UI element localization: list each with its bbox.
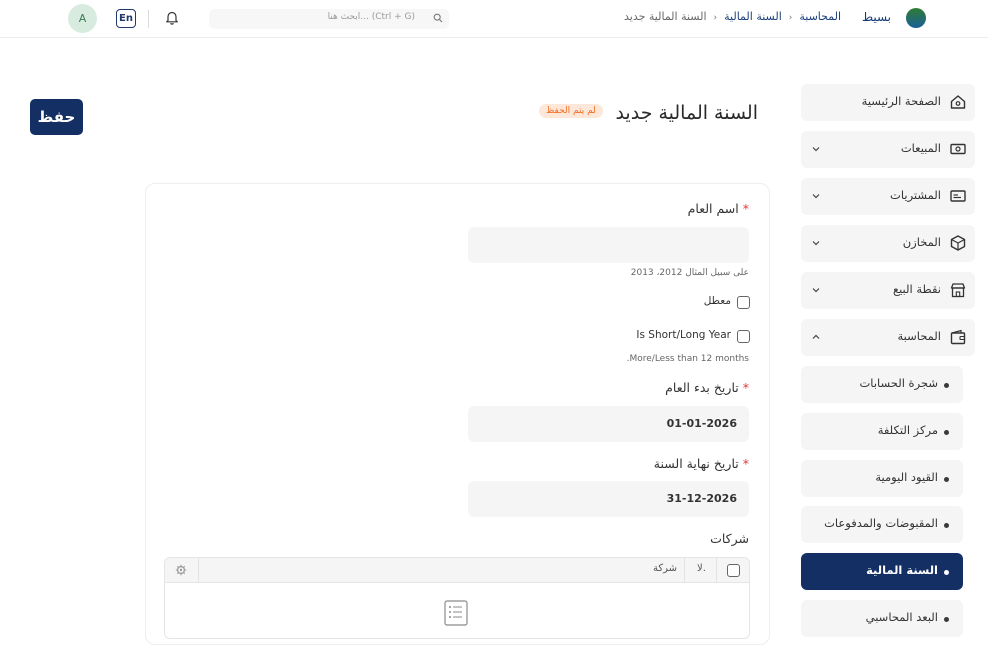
sidebar-subitem-receipts-payments[interactable]: المقبوضات والمدفوعات [801, 506, 963, 543]
year-name-hint: على سبيل المثال 2012، 2013 [630, 268, 749, 278]
search-placeholder: ابحث هنا... (Ctrl + G) [327, 12, 415, 22]
chevron-left-icon: ‹ [713, 13, 718, 23]
chevron-left-icon: ‹ [788, 13, 793, 23]
short-long-year-checkbox[interactable] [737, 330, 750, 343]
avatar[interactable]: A [68, 4, 97, 33]
sidebar-item-home[interactable]: الصفحة الرئيسية [801, 84, 975, 121]
disabled-label: معطل [703, 295, 731, 307]
sidebar-item-label: المبيعات [900, 141, 941, 155]
chevron-down-icon [812, 147, 820, 152]
bullet-icon [944, 477, 949, 482]
breadcrumb-fiscal-year[interactable]: السنة المالية [724, 10, 782, 23]
brand-name[interactable]: بسيط [862, 10, 891, 24]
sidebar-subitem-chart-of-accounts[interactable]: شجرة الحسابات [801, 366, 963, 403]
chevron-down-icon [812, 288, 820, 293]
bullet-icon [944, 383, 949, 388]
companies-label: شركات [710, 531, 749, 546]
breadcrumb-accounting[interactable]: المحاسبة [799, 10, 841, 23]
end-date-value: 31-12-2026 [666, 492, 737, 505]
divider [684, 558, 685, 582]
sidebar-item-label: المشتريات [890, 188, 941, 202]
bell-icon[interactable] [165, 10, 179, 25]
empty-list-icon [444, 600, 468, 626]
divider [148, 10, 149, 28]
gear-icon[interactable] [175, 564, 187, 576]
sidebar-subitem-label: السنة المالية [866, 563, 938, 577]
sidebar-subitem-label: القيود اليومية [875, 470, 938, 484]
sidebar-subitem-label: مركز التكلفة [877, 423, 938, 437]
required-marker: * [742, 380, 749, 395]
end-date-label: *تاريخ نهاية السنة [653, 456, 749, 471]
store-icon [950, 283, 966, 298]
required-marker: * [742, 201, 749, 216]
end-date-field[interactable]: 31-12-2026 [468, 481, 749, 517]
sidebar-item-accounting[interactable]: المحاسبة [801, 319, 975, 356]
short-long-year-label: Is Short/Long Year [636, 329, 731, 341]
sidebar-subitem-journal-entries[interactable]: القيود اليومية [801, 460, 963, 497]
status-badge: لم يتم الحفظ [539, 104, 603, 118]
breadcrumb: المحاسبة ‹ السنة المالية ‹ السنة المالية جدي… [624, 10, 841, 23]
chevron-down-icon [812, 194, 820, 199]
bullet-icon [944, 523, 949, 528]
chevron-down-icon [812, 241, 820, 246]
top-bar: بسيط المحاسبة ‹ السنة المالية ‹ السنة المالي… [0, 0, 988, 38]
divider [716, 558, 717, 582]
companies-table: لا. شركة [164, 557, 750, 639]
cash-icon [950, 143, 966, 155]
save-button[interactable]: حفظ [30, 99, 83, 135]
sidebar-item-label: المحاسبة [897, 329, 941, 343]
bullet-icon [944, 570, 949, 575]
breadcrumb-current: السنة المالية جديد [624, 10, 707, 23]
sidebar-item-stores[interactable]: المخازن [801, 225, 975, 262]
sidebar-item-label: الصفحة الرئيسية [861, 94, 941, 108]
sidebar-subitem-fiscal-year[interactable]: السنة المالية [801, 553, 963, 590]
column-header-no: لا. [697, 563, 706, 574]
sidebar-item-label: نقطة البيع [892, 282, 941, 296]
sidebar-subitem-label: المقبوضات والمدفوعات [824, 516, 938, 530]
column-header-company: شركة [653, 563, 678, 574]
start-date-field[interactable]: 01-01-2026 [468, 406, 749, 442]
sidebar-item-pos[interactable]: نقطة البيع [801, 272, 975, 309]
year-name-label: *اسم العام [687, 201, 749, 216]
search-icon [433, 13, 443, 23]
sidebar-item-sales[interactable]: المبيعات [801, 131, 975, 168]
bullet-icon [944, 617, 949, 622]
sidebar-subitem-cost-center[interactable]: مركز التكلفة [801, 413, 963, 450]
sidebar-subitem-accounting-dimension[interactable]: البعد المحاسبي [801, 600, 963, 637]
start-date-value: 01-01-2026 [666, 417, 737, 430]
search-input[interactable]: ابحث هنا... (Ctrl + G) [209, 9, 449, 29]
select-all-checkbox[interactable] [727, 564, 740, 577]
chevron-up-icon [812, 334, 820, 339]
box-icon [950, 235, 966, 251]
required-marker: * [742, 456, 749, 471]
bullet-icon [944, 430, 949, 435]
sidebar-subitem-label: البعد المحاسبي [865, 610, 938, 624]
disabled-checkbox[interactable] [737, 296, 750, 309]
sidebar-item-purchases[interactable]: المشتريات [801, 178, 975, 215]
sidebar-item-label: المخازن [902, 235, 941, 249]
short-long-year-hint: More/Less than 12 months. [626, 354, 749, 364]
id-card-icon [950, 190, 966, 202]
divider [198, 558, 199, 582]
year-name-field[interactable] [468, 227, 749, 263]
wallet-icon [950, 329, 966, 345]
sidebar-subitem-label: شجرة الحسابات [859, 376, 938, 390]
home-icon [950, 95, 966, 109]
page-title: السنة المالية جديد [615, 102, 758, 124]
language-toggle[interactable]: En [116, 9, 136, 28]
start-date-label: *تاريخ بدء العام [665, 380, 749, 395]
table-header: لا. شركة [165, 558, 749, 583]
brand-logo[interactable] [906, 8, 926, 28]
